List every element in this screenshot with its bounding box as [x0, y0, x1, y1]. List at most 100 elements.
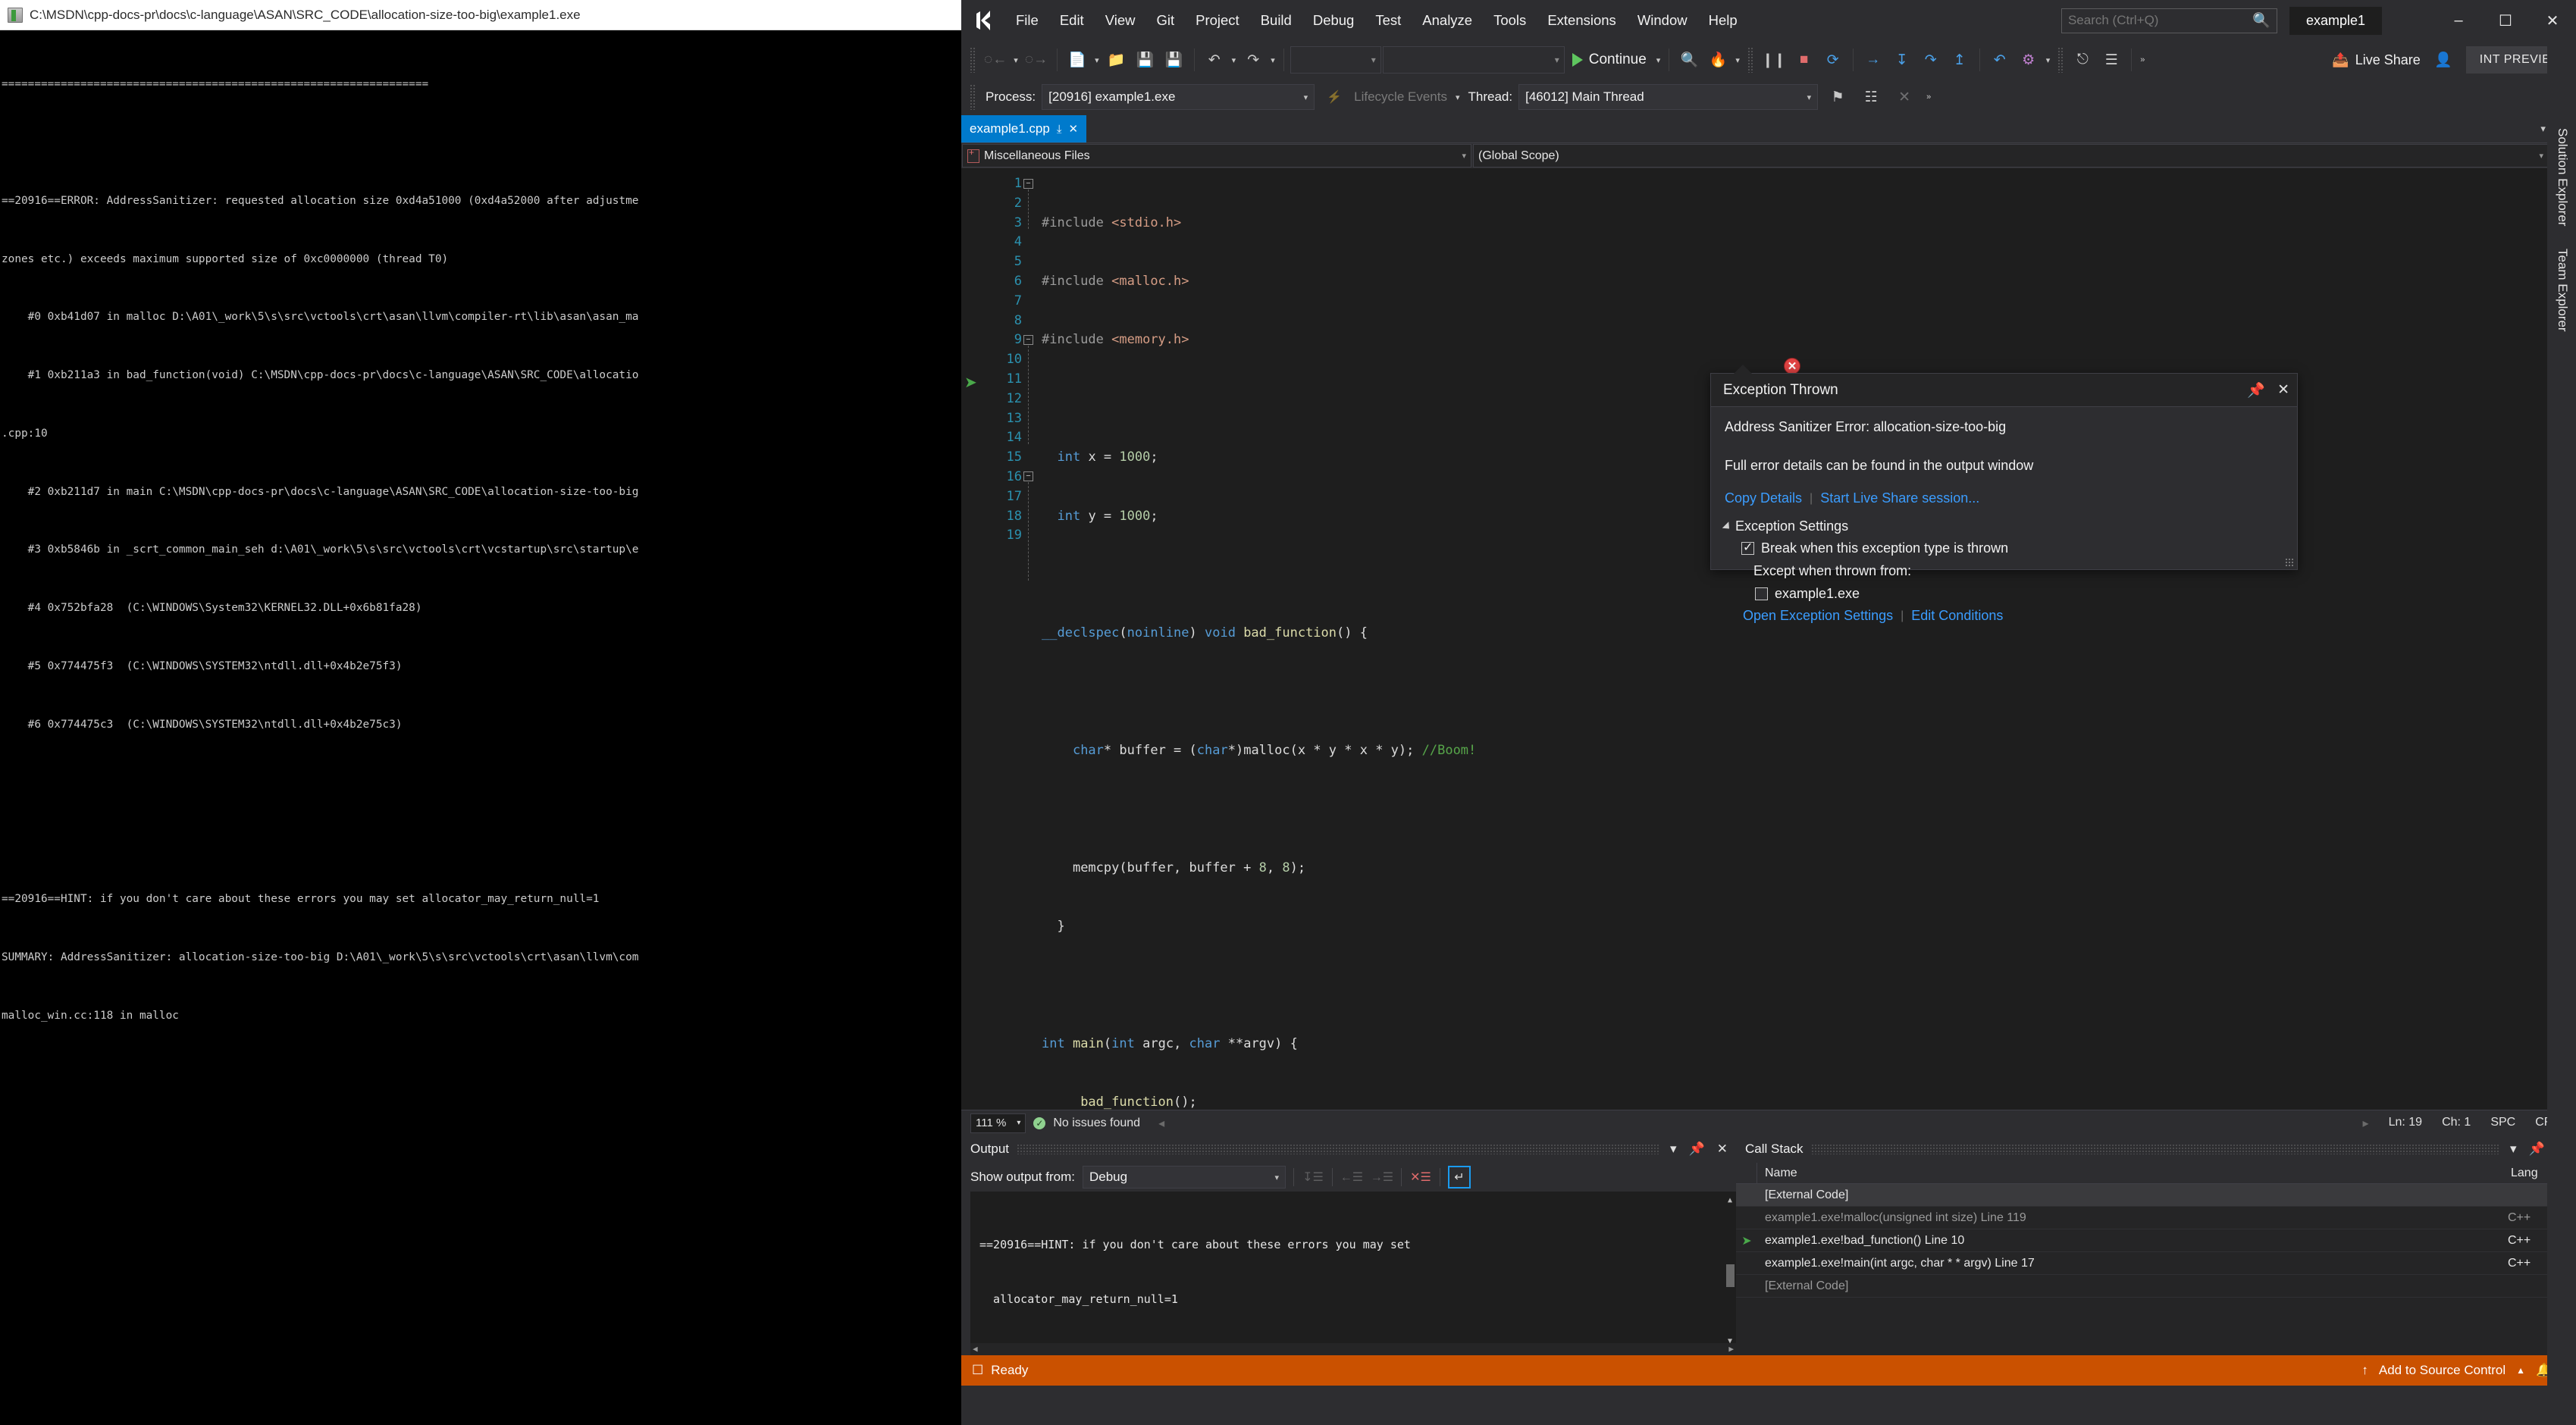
member-scope-combo[interactable]: (Global Scope) ▾ [1473, 144, 2549, 168]
resize-grip[interactable] [2285, 558, 2294, 567]
editor-breakpoint-gutter[interactable]: ➤ [961, 168, 981, 1110]
open-exception-settings-link[interactable]: Open Exception Settings [1743, 608, 1893, 624]
menu-item-analyze[interactable]: Analyze [1412, 8, 1483, 33]
debug-location-grip[interactable] [970, 84, 976, 110]
live-share-button[interactable]: 📤 Live Share [2324, 52, 2427, 68]
navigate-back-caret-icon[interactable]: ▾ [1011, 55, 1020, 65]
select-element-icon[interactable]: ⎋ [2069, 45, 2096, 74]
chevron-up-icon[interactable]: ▲ [2516, 1365, 2525, 1376]
undo-caret-icon[interactable]: ▾ [1230, 55, 1239, 65]
solution-config-combo[interactable]: ▾ [1290, 46, 1381, 74]
module-exclusion-checkbox[interactable] [1755, 587, 1768, 600]
step-out-icon[interactable]: ↥ [1946, 45, 1973, 74]
maximize-button[interactable]: ☐ [2482, 0, 2529, 41]
close-button[interactable]: ✕ [2529, 0, 2576, 41]
continue-caret-icon[interactable]: ▾ [1654, 55, 1663, 65]
output-horizontal-scrollbar[interactable]: ◀ ▶ [970, 1343, 1736, 1355]
table-row[interactable]: example1.exe!main(int argc, char * * arg… [1736, 1252, 2576, 1275]
scroll-up-icon[interactable]: ▲ [1725, 1192, 1735, 1204]
solution-platform-combo[interactable]: ▾ [1382, 46, 1565, 74]
save-all-icon[interactable]: 💾 [1161, 45, 1188, 74]
redo-caret-icon[interactable]: ▾ [1268, 55, 1277, 65]
scroll-right-icon[interactable]: ▶ [1728, 1340, 1734, 1355]
code-editor[interactable]: ➤ 1 2 3 4 5 6 7 8 9 10 11 12 13 14 15 16… [961, 168, 2576, 1110]
menu-item-help[interactable]: Help [1698, 8, 1748, 33]
stack-frame-icon[interactable]: ☷ [1857, 83, 1885, 111]
step-over-icon[interactable]: ↷ [1917, 45, 1945, 74]
column-header-name[interactable]: Name [1757, 1167, 2508, 1180]
tool-tab-solution-explorer[interactable]: Solution Explorer [2547, 117, 2576, 237]
module-exclusion-checkbox-row[interactable]: example1.exe [1755, 586, 2283, 602]
live-visual-tree-icon[interactable]: ☰ [2098, 45, 2125, 74]
pin-icon[interactable]: 📌 [2247, 381, 2265, 399]
restart-icon[interactable]: ⟳ [1819, 45, 1847, 74]
step-back-icon[interactable]: ↶ [1986, 45, 2013, 74]
close-icon[interactable]: ✕ [1715, 1142, 1730, 1157]
minimize-button[interactable]: – [2435, 0, 2482, 41]
next-issue-icon[interactable]: ▸ [2363, 1116, 2369, 1131]
start-live-share-link[interactable]: Start Live Share session... [1820, 490, 1979, 506]
edit-conditions-link[interactable]: Edit Conditions [1911, 608, 2003, 624]
lifecycle-events-icon[interactable]: ⚡ [1321, 83, 1348, 111]
panel-drag-handle[interactable] [1017, 1144, 1661, 1154]
prev-issue-icon[interactable]: ◂ [1158, 1116, 1164, 1131]
tool-tab-team-explorer[interactable]: Team Explorer [2547, 237, 2576, 343]
break-all-icon[interactable]: ❙❙ [1759, 45, 1789, 74]
new-file-caret-icon[interactable]: ▾ [1092, 55, 1102, 65]
tab-example1-cpp[interactable]: example1.cpp ⤓ ✕ [961, 115, 1087, 142]
console-titlebar[interactable]: C:\MSDN\cpp-docs-pr\docs\c-language\ASAN… [0, 0, 961, 30]
project-chip[interactable]: example1 [2289, 6, 2382, 35]
menu-item-file[interactable]: File [1005, 8, 1049, 33]
exception-thrown-dialog[interactable]: Exception Thrown 📌 ✕ Address Sanitizer E… [1710, 365, 2298, 623]
menu-item-extensions[interactable]: Extensions [1537, 8, 1627, 33]
editor-fold-gutter[interactable]: − − − [1022, 168, 1039, 1110]
project-scope-combo[interactable]: Miscellaneous Files ▾ [962, 144, 1471, 168]
break-on-exception-checkbox[interactable] [1741, 540, 1754, 555]
output-source-combo[interactable]: Debug ▾ [1082, 1166, 1286, 1189]
panel-menu-chevron-icon[interactable]: ▾ [1668, 1142, 1679, 1157]
scroll-left-icon[interactable]: ◀ [973, 1340, 978, 1355]
exception-settings-header[interactable]: Exception Settings [1722, 518, 2283, 534]
output-text[interactable]: ==20916==HINT: if you don't care about t… [970, 1192, 1736, 1355]
panel-menu-chevron-icon[interactable]: ▾ [2508, 1142, 2519, 1157]
menu-item-view[interactable]: View [1095, 8, 1146, 33]
show-next-statement-icon[interactable]: → [1860, 45, 1887, 74]
menu-item-test[interactable]: Test [1365, 8, 1412, 33]
toolbar-grip[interactable] [970, 47, 976, 73]
console-window[interactable]: C:\MSDN\cpp-docs-pr\docs\c-language\ASAN… [0, 0, 961, 1425]
pin-icon[interactable]: 📌 [1687, 1142, 1707, 1157]
menu-item-edit[interactable]: Edit [1049, 8, 1095, 33]
menu-item-debug[interactable]: Debug [1302, 8, 1365, 33]
close-icon[interactable]: ✕ [2277, 381, 2289, 399]
search-box[interactable]: 🔍 [2060, 8, 2277, 33]
menu-item-window[interactable]: Window [1627, 8, 1698, 33]
debug-toolbar-grip[interactable] [1747, 47, 1753, 73]
threads-caret-icon[interactable]: ▾ [2044, 55, 2053, 65]
indent-mode-indicator[interactable]: SPC [2490, 1116, 2515, 1131]
menu-item-git[interactable]: Git [1145, 8, 1185, 33]
toggle-word-wrap-icon[interactable]: ↵ [1447, 1166, 1471, 1189]
fold-collapse-icon[interactable]: − [1023, 471, 1033, 481]
pin-icon[interactable]: ⤓ [1057, 123, 1062, 136]
error-indicator-icon[interactable]: ✕ [1784, 358, 1800, 374]
flag-thread-icon[interactable]: ⚑ [1824, 83, 1851, 111]
clear-all-icon[interactable]: ✕☰ [1409, 1166, 1432, 1189]
layout-grip[interactable] [2057, 47, 2064, 73]
output-panel-header[interactable]: Output ▾ 📌 ✕ [961, 1135, 1736, 1163]
threads-icon[interactable]: ⚙ [2015, 45, 2042, 74]
hot-reload-icon[interactable]: 🔥 [1704, 45, 1731, 74]
navigate-back-icon[interactable]: ◌← [981, 45, 1010, 74]
call-stack-grid[interactable]: Name Lang ▲ [External Code] example1.exe… [1736, 1163, 2576, 1355]
break-on-exception-checkbox-row[interactable]: Break when this exception type is thrown [1741, 540, 2283, 556]
navigate-forward-icon[interactable]: ◌→ [1022, 45, 1051, 74]
account-icon[interactable]: 👤 [2430, 45, 2457, 74]
menu-item-tools[interactable]: Tools [1483, 8, 1537, 33]
step-into-icon[interactable]: ↧ [1888, 45, 1916, 74]
pin-icon[interactable]: 📌 [2527, 1142, 2547, 1157]
process-combo[interactable]: [20916] example1.exe ▾ [1042, 84, 1315, 110]
stop-debugging-icon[interactable]: ■ [1791, 45, 1818, 74]
tab-list-chevron-icon[interactable]: ▾ [2540, 123, 2546, 135]
table-row[interactable]: ➤ example1.exe!bad_function() Line 10 C+… [1736, 1229, 2576, 1252]
unflag-icon[interactable]: ✕ [1891, 83, 1918, 111]
fold-collapse-icon[interactable]: − [1023, 335, 1033, 345]
